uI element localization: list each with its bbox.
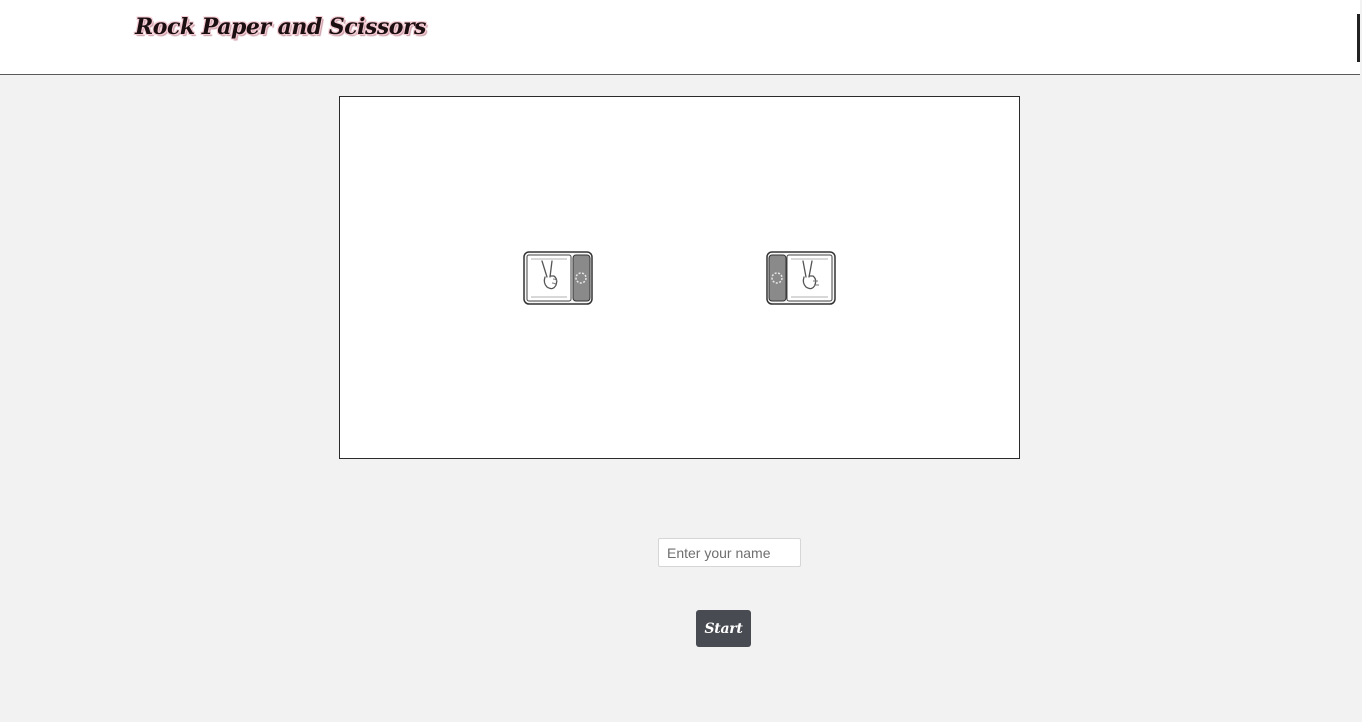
game-board (339, 96, 1020, 459)
scissors-hand-icon (523, 251, 593, 305)
window-scroll-edge (1357, 14, 1360, 62)
player-die (523, 251, 593, 305)
start-button[interactable]: Start (696, 610, 751, 647)
app-header: Rock Paper and Scissors (0, 0, 1360, 75)
opponent-die (766, 251, 836, 305)
player-name-input[interactable] (658, 538, 801, 567)
app-title: Rock Paper and Scissors (135, 14, 426, 40)
scissors-hand-icon (766, 251, 836, 305)
